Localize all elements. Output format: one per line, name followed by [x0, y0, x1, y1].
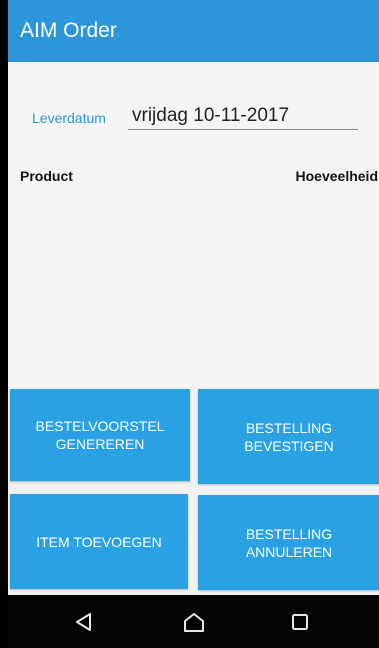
delivery-date-label: Leverdatum [32, 110, 106, 126]
product-column-header: Product [20, 168, 73, 184]
app-title: AIM Order [20, 19, 117, 42]
back-triangle-icon[interactable] [70, 609, 98, 635]
order-content: Leverdatum vrijdag 10-11-2017 Product Ho… [8, 62, 379, 386]
system-nav-bar [8, 595, 379, 648]
cancel-order-label: BESTELLING ANNULEREN [245, 525, 333, 560]
delivery-date-field[interactable]: vrijdag 10-11-2017 [128, 102, 358, 130]
add-item-button[interactable]: ITEM TOEVOEGEN [10, 494, 188, 589]
confirm-order-button[interactable]: BESTELLING BEVESTIGEN [198, 389, 379, 484]
generate-proposal-label: BESTELVOORSTEL GENEREREN [35, 418, 165, 452]
recent-apps-icon[interactable] [286, 609, 314, 635]
app-bar: AIM Order [8, 0, 379, 62]
quantity-column-header: Hoeveelheid [295, 168, 378, 184]
home-icon[interactable] [180, 609, 208, 635]
app-screen: AIM Order Leverdatum vrijdag 10-11-2017 … [8, 0, 379, 648]
add-item-label: ITEM TOEVOEGEN [36, 533, 162, 550]
cancel-order-button[interactable]: BESTELLING ANNULEREN [198, 495, 379, 590]
generate-proposal-button[interactable]: BESTELVOORSTEL GENEREREN [10, 389, 190, 481]
confirm-order-label: BESTELLING BEVESTIGEN [244, 419, 334, 454]
